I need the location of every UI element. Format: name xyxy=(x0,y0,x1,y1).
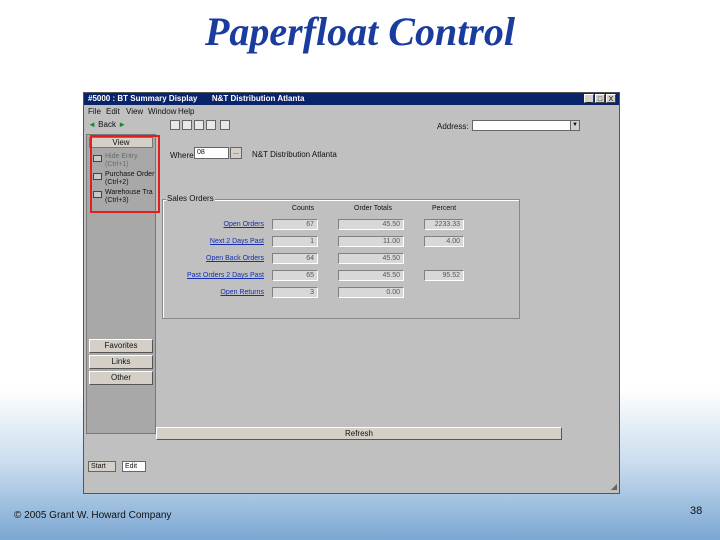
nav-item-label: Purchase Order xyxy=(105,171,155,178)
folder-icon xyxy=(93,191,102,198)
sales-row-total: 45.50 xyxy=(338,219,404,230)
nav-item-shortcut: (Ctrl+3) xyxy=(105,197,129,204)
copy-icon[interactable] xyxy=(206,120,216,130)
column-header-counts: Counts xyxy=(291,205,315,212)
sales-row-total: 45.50 xyxy=(338,270,404,281)
sales-row-link[interactable]: Open Returns xyxy=(154,289,264,296)
sales-row-link[interactable]: Open Back Orders xyxy=(154,255,264,262)
sales-row-total: 0.00 xyxy=(338,287,404,298)
maximize-button[interactable]: □ xyxy=(595,94,605,103)
menu-view[interactable]: View xyxy=(126,107,143,116)
app-window: #5000 : BT Summary Display N&T Distribut… xyxy=(83,92,620,494)
sales-row-percent: 95.52 xyxy=(424,270,464,281)
sales-row-count: 65 xyxy=(272,270,318,281)
chevron-down-icon[interactable]: ▼ xyxy=(570,121,579,130)
refresh-button[interactable]: Refresh xyxy=(156,427,562,440)
navigation-bar: View Hide Entry (Ctrl+1) Purchase Order … xyxy=(86,134,160,434)
sales-row-link[interactable]: Open Orders xyxy=(154,221,264,228)
toolbar: ◄ Back ► Address: ▼ xyxy=(84,118,619,134)
menu-help[interactable]: Help xyxy=(178,107,194,116)
sales-orders-title: Sales Orders xyxy=(166,194,215,203)
nav-item-shortcut: (Ctrl+1) xyxy=(105,161,129,168)
edit-icon[interactable] xyxy=(182,120,192,130)
window-subtitle: N&T Distribution Atlanta xyxy=(211,94,305,103)
where-label: Where xyxy=(170,151,194,160)
print-icon[interactable] xyxy=(194,120,204,130)
where-location-name: N&T Distribution Atlanta xyxy=(252,150,337,159)
sales-row-percent: 4.00 xyxy=(424,236,464,247)
back-label: Back xyxy=(98,120,116,129)
other-group-button[interactable]: Other xyxy=(89,371,153,385)
sales-row-count: 67 xyxy=(272,219,318,230)
nav-item-shortcut: (Ctrl+2) xyxy=(105,179,129,186)
where-input[interactable]: 08 xyxy=(194,147,229,159)
status-bar: Start Edit ◢ xyxy=(84,443,619,493)
where-browse-button[interactable]: ... xyxy=(230,147,242,159)
menubar: File Edit View Window Help xyxy=(84,106,619,118)
open-icon[interactable] xyxy=(170,120,180,130)
window-titlebar: #5000 : BT Summary Display N&T Distribut… xyxy=(84,93,619,105)
edit-field[interactable]: Edit xyxy=(122,461,146,472)
address-input[interactable]: ▼ xyxy=(472,120,580,131)
sales-row-count: 3 xyxy=(272,287,318,298)
sales-row-total: 11.00 xyxy=(338,236,404,247)
resize-grip-icon[interactable]: ◢ xyxy=(611,482,617,491)
sales-row-percent: 2233.33 xyxy=(424,219,464,230)
folder-icon xyxy=(93,155,102,162)
sales-row-count: 1 xyxy=(272,236,318,247)
nav-item-label: Warehouse Tra xyxy=(105,189,153,196)
address-label: Address: xyxy=(437,122,469,131)
nav-item-label: Hide Entry xyxy=(105,153,138,160)
back-button[interactable]: ◄ Back ► xyxy=(88,120,126,129)
start-button[interactable]: Start xyxy=(88,461,116,472)
back-arrow-icon: ◄ xyxy=(88,120,96,129)
favorites-group-button[interactable]: Favorites xyxy=(89,339,153,353)
sales-row-link[interactable]: Past Orders 2 Days Past xyxy=(154,272,264,279)
menu-edit[interactable]: Edit xyxy=(106,107,120,116)
copyright-footer: © 2005 Grant W. Howard Company xyxy=(14,510,172,521)
links-group-button[interactable]: Links xyxy=(89,355,153,369)
sales-row-link[interactable]: Next 2 Days Past xyxy=(154,238,264,245)
close-button[interactable]: X xyxy=(606,94,616,103)
menu-file[interactable]: File xyxy=(88,107,101,116)
forward-arrow-icon[interactable]: ► xyxy=(118,120,126,129)
sales-row-total: 45.50 xyxy=(338,253,404,264)
menu-window[interactable]: Window xyxy=(148,107,176,116)
slide-title: Paperfloat Control xyxy=(204,9,516,54)
settings-icon[interactable] xyxy=(220,120,230,130)
minimize-button[interactable]: _ xyxy=(584,94,594,103)
sales-row-count: 64 xyxy=(272,253,318,264)
folder-icon xyxy=(93,173,102,180)
column-header-percent: Percent xyxy=(431,205,457,212)
page-number: 38 xyxy=(690,505,703,517)
column-header-order-totals: Order Totals xyxy=(354,205,392,212)
window-title: #5000 : BT Summary Display xyxy=(88,94,198,103)
